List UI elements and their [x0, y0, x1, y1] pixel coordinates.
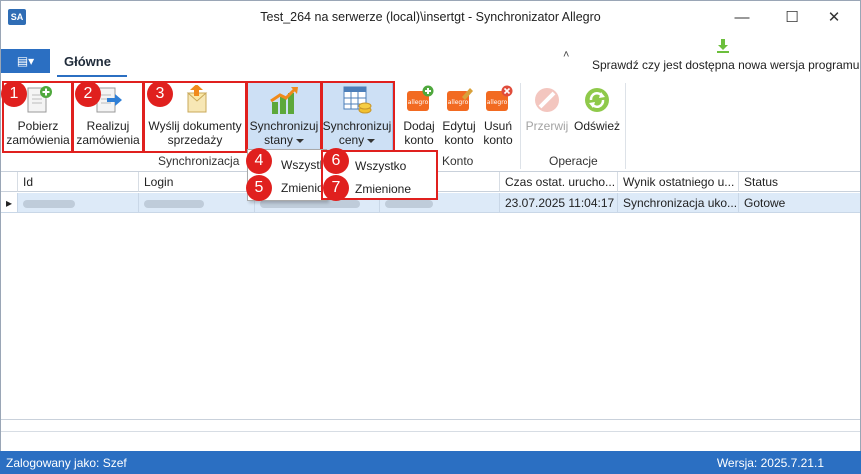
column-header-login[interactable]: Login — [139, 172, 255, 192]
ribbon-separator — [520, 83, 521, 169]
svg-text:allegro: allegro — [487, 99, 508, 106]
highlight-box-sync-ceny — [321, 81, 395, 153]
file-menu-button[interactable]: ▤▾ — [1, 49, 50, 73]
app-window: SA Test_264 na serwerze (local)\insertgt… — [0, 0, 861, 474]
menu-item-ceny-zmienione[interactable]: Zmienione — [355, 182, 411, 196]
close-button[interactable]: ✕ — [811, 1, 857, 35]
allegro-add-icon: allegro — [407, 85, 434, 111]
step-badge: 1 — [1, 81, 27, 107]
table-cell-status[interactable]: Gotowe — [739, 193, 860, 213]
menu-item-ceny-wszystko[interactable]: Wszystko — [355, 159, 406, 173]
tab-glowne[interactable]: Główne — [64, 54, 111, 69]
button-label: Przerwij — [525, 119, 569, 133]
table-cell-czas[interactable]: 23.07.2025 11:04:17 — [500, 193, 618, 213]
step-badge: 6 — [323, 148, 349, 174]
highlight-box-sync-stany — [246, 81, 322, 153]
step-badge: 3 — [147, 81, 173, 107]
allegro-edit-icon: allegro — [447, 88, 473, 111]
column-header-wynik[interactable]: Wynik ostatniego u... — [618, 172, 739, 192]
version-label: Wersja: 2025.7.21.1 — [716, 456, 824, 470]
column-header-status[interactable]: Status — [739, 172, 860, 192]
collapse-ribbon-icon[interactable]: ˄ — [563, 49, 569, 61]
edytuj-konto-button[interactable]: allegro Edytuj konto — [439, 85, 479, 147]
usun-konto-button[interactable]: allegro Usuń konto — [479, 85, 517, 147]
button-label: konto — [404, 133, 434, 147]
column-header-id[interactable]: Id — [18, 172, 139, 192]
download-icon[interactable] — [716, 39, 730, 53]
button-label: Edytuj — [442, 119, 476, 133]
button-label: Odśwież — [573, 119, 620, 133]
svg-text:allegro: allegro — [448, 99, 469, 106]
stop-icon — [535, 88, 559, 112]
group-label-synchronizacja: Synchronizacja — [158, 154, 240, 168]
svg-text:allegro: allegro — [408, 99, 429, 106]
button-label: Usuń — [483, 119, 512, 133]
status-bar: Zalogowany jako: Szef Wersja: 2025.7.21.… — [0, 451, 861, 474]
step-badge: 5 — [246, 175, 272, 201]
group-label-operacje: Operacje — [549, 154, 598, 168]
row-header-corner — [1, 172, 18, 192]
step-badge: 7 — [323, 175, 349, 201]
table-cell-login[interactable] — [139, 193, 255, 213]
column-header-czas[interactable]: Czas ostat. urucho... — [500, 172, 618, 192]
grid-footer-border — [1, 431, 860, 432]
grid-bottom-border — [1, 419, 860, 420]
title-bar: SA Test_264 na serwerze (local)\insertgt… — [1, 1, 860, 35]
refresh-icon — [585, 88, 609, 112]
minimize-button[interactable]: — — [719, 1, 765, 35]
check-update-link[interactable]: Sprawdź czy jest dostępna nowa wersja pr… — [592, 58, 859, 72]
row-selector-icon[interactable]: ▸ — [1, 193, 18, 213]
button-label: Dodaj — [403, 119, 435, 133]
table-cell-wynik[interactable]: Synchronizacja uko... — [618, 193, 739, 213]
table-cell-id[interactable] — [18, 193, 139, 213]
step-badge: 4 — [246, 148, 272, 174]
step-badge: 2 — [75, 81, 101, 107]
przerwij-button[interactable]: Przerwij — [523, 85, 571, 133]
button-label: konto — [483, 133, 513, 147]
odswiez-button[interactable]: Odśwież — [573, 85, 621, 133]
ribbon-separator — [625, 83, 626, 169]
logged-user-label: Zalogowany jako: Szef — [6, 456, 127, 470]
allegro-delete-icon: allegro — [486, 85, 513, 111]
maximize-button[interactable]: ☐ — [769, 1, 815, 35]
button-label: konto — [444, 133, 474, 147]
dodaj-konto-button[interactable]: allegro Dodaj konto — [399, 85, 439, 147]
group-label-konto: Konto — [442, 154, 474, 168]
